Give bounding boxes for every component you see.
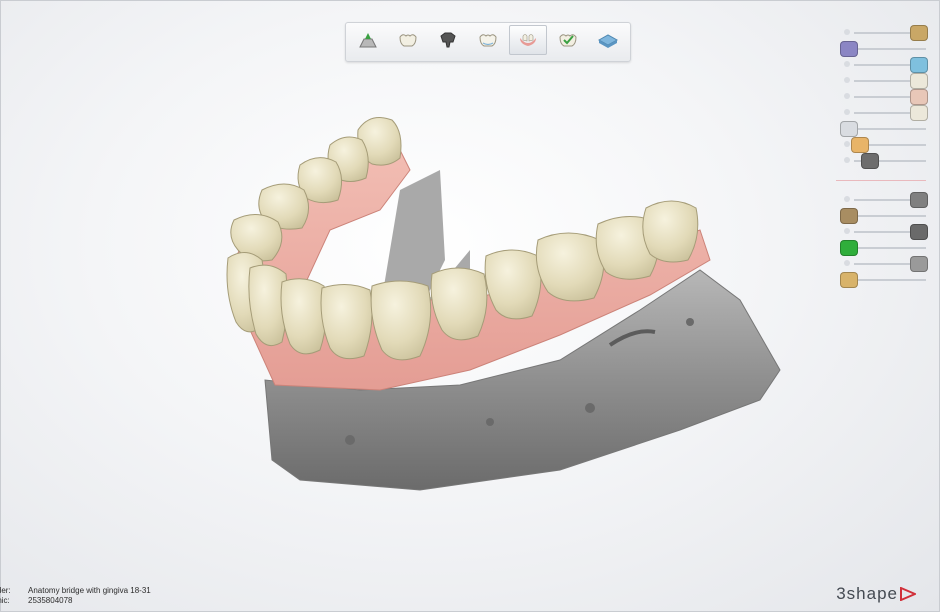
- tool-abutment[interactable]: [429, 25, 467, 55]
- tooth-icon: [479, 34, 497, 47]
- abutment-icon: [440, 32, 456, 48]
- brand-logo: 3shape: [836, 584, 916, 604]
- layer-row: [836, 136, 926, 153]
- layer-row: [836, 152, 926, 169]
- gum-layer-icon[interactable]: [850, 137, 869, 153]
- crown-icon: [399, 34, 417, 47]
- layer-row: [836, 120, 926, 137]
- transparency-slider[interactable]: [854, 128, 926, 130]
- visibility-toggle[interactable]: [844, 29, 850, 35]
- clinic-value: 2535804078: [28, 596, 73, 605]
- transparency-slider[interactable]: [854, 247, 926, 249]
- visibility-toggle[interactable]: [844, 196, 850, 202]
- visibility-toggle[interactable]: [844, 260, 850, 266]
- tooth-check-icon: [559, 34, 577, 47]
- model-base-icon: [597, 34, 619, 48]
- visibility-panel: [836, 24, 928, 288]
- case-info: Order:Anatomy bridge with gingiva 18-31 …: [0, 586, 151, 606]
- pin-icon[interactable]: [910, 256, 928, 272]
- die-prep-icon: [359, 33, 377, 48]
- tool-die-prep[interactable]: [349, 25, 387, 55]
- scan-layer-icon[interactable]: [910, 57, 928, 73]
- implant-layer-icon[interactable]: [840, 121, 858, 137]
- tooth-layer-icon[interactable]: [910, 73, 928, 89]
- tool-tooth-check[interactable]: [549, 25, 587, 55]
- layer-row: [836, 24, 928, 41]
- bridge-layer-icon[interactable]: [910, 89, 928, 105]
- layer-row: [836, 72, 928, 89]
- visibility-toggle[interactable]: [844, 157, 850, 163]
- upper-crown-layer-icon[interactable]: [910, 25, 928, 41]
- analog-icon[interactable]: [910, 224, 928, 240]
- layer-row: [836, 88, 928, 105]
- layer-row: [836, 104, 928, 121]
- tool-tip-icon[interactable]: [840, 272, 858, 288]
- transparency-slider[interactable]: [854, 215, 926, 217]
- gingiva-icon: [520, 34, 536, 46]
- visibility-toggle[interactable]: [844, 141, 850, 147]
- order-value: Anatomy bridge with gingiva 18-31: [28, 586, 151, 595]
- transparency-slider[interactable]: [854, 48, 926, 50]
- visibility-toggle[interactable]: [844, 77, 850, 83]
- gingiva-layer-icon[interactable]: [910, 105, 928, 121]
- antagonist-layer-icon[interactable]: [840, 41, 858, 57]
- visibility-toggle[interactable]: [844, 93, 850, 99]
- tool-row: [836, 191, 928, 208]
- layer-row: [836, 40, 926, 57]
- panel-divider: [836, 180, 926, 181]
- layer-row: [836, 56, 928, 73]
- model-layer-icon[interactable]: [861, 153, 879, 169]
- visibility-toggle[interactable]: [844, 109, 850, 115]
- tool-tooth[interactable]: [469, 25, 507, 55]
- clinic-label: Clinic:: [0, 596, 10, 605]
- tool-row: [836, 271, 926, 288]
- screw-icon[interactable]: [910, 192, 928, 208]
- triangle-logo-icon: [900, 587, 916, 601]
- visibility-toggle[interactable]: [844, 61, 850, 67]
- tool-crown[interactable]: [389, 25, 427, 55]
- tool-model-base[interactable]: [589, 25, 627, 55]
- tool-row: [836, 239, 926, 256]
- transparency-slider[interactable]: [854, 279, 926, 281]
- visibility-toggle[interactable]: [844, 228, 850, 234]
- post-icon[interactable]: [840, 208, 858, 224]
- green-block-icon[interactable]: [840, 240, 858, 256]
- tool-gingiva[interactable]: [509, 25, 547, 55]
- order-label: Order:: [0, 586, 11, 595]
- tool-row: [836, 207, 926, 224]
- brand-text: 3shape: [836, 584, 898, 603]
- tool-row: [836, 255, 928, 272]
- workflow-toolbar: [345, 22, 631, 62]
- 3d-viewport[interactable]: [0, 60, 830, 540]
- tool-row: [836, 223, 928, 240]
- tooth: [642, 200, 699, 263]
